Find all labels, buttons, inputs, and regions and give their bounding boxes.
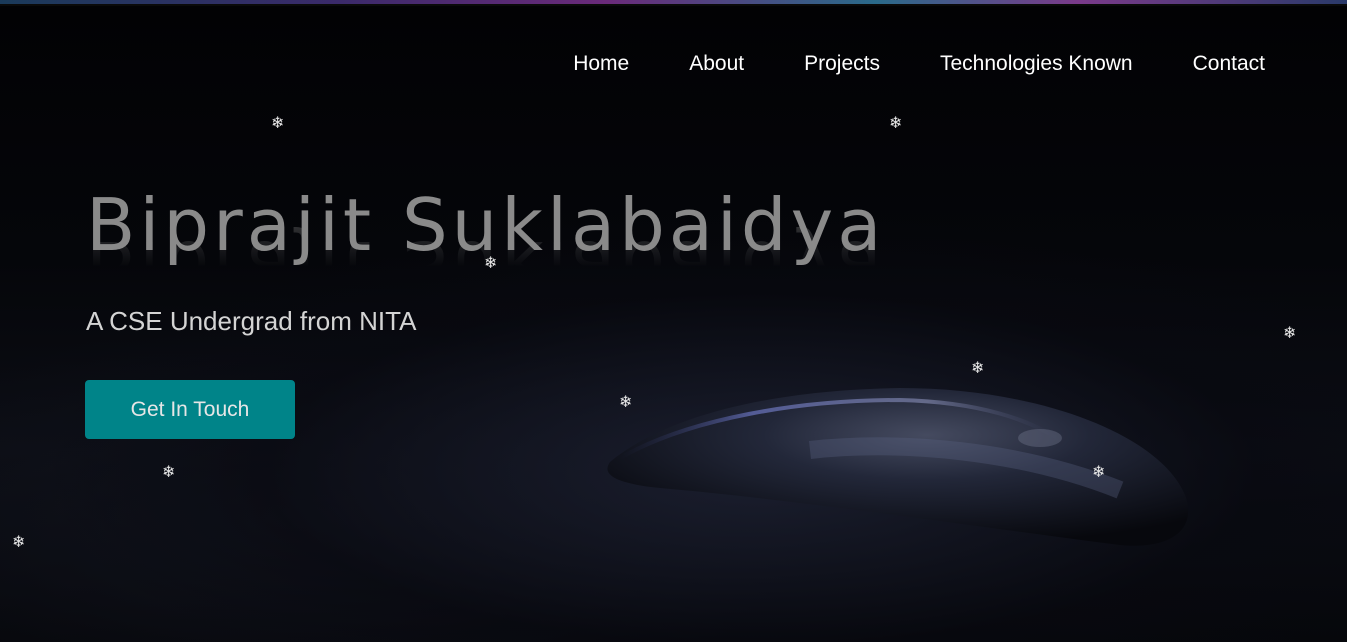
top-gradient-strip — [0, 0, 1347, 6]
snowflake-icon: ❄ — [1283, 323, 1297, 342]
snowflake-icon: ❄ — [889, 113, 903, 132]
nav-technologies-link[interactable]: Technologies Known — [940, 52, 1133, 76]
get-in-touch-button[interactable]: Get In Touch — [85, 380, 295, 439]
snowflake-icon: ❄ — [271, 113, 285, 132]
snowflake-icon: ❄ — [619, 392, 633, 411]
snowflake-icon: ❄ — [484, 253, 498, 272]
snowflake-icon: ❄ — [971, 358, 985, 377]
mouse-background-image — [607, 388, 1189, 546]
nav-contact-link[interactable]: Contact — [1193, 52, 1265, 76]
nav-projects-link[interactable]: Projects — [804, 52, 880, 76]
hero-subtitle: A CSE Undergrad from NITA — [86, 306, 417, 336]
portfolio-page: Home About Projects Technologies Known C… — [0, 0, 1347, 642]
snowflake-icon: ❄ — [162, 462, 176, 481]
snowflake-icon: ❄ — [1092, 462, 1106, 481]
main-nav: Home About Projects Technologies Known C… — [513, 52, 1265, 76]
nav-home-link[interactable]: Home — [573, 52, 629, 76]
nav-about-link[interactable]: About — [689, 52, 744, 76]
snowflake-icon: ❄ — [12, 532, 26, 551]
